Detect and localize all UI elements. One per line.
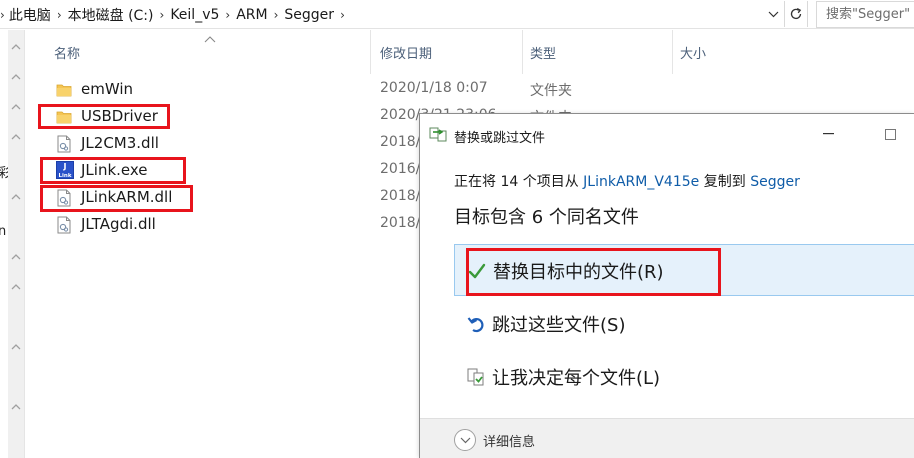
address-history-dropdown[interactable] — [762, 3, 784, 25]
option-label: 让我决定每个文件(L) — [492, 368, 661, 389]
column-header-name[interactable]: 名称 — [54, 30, 364, 74]
file-row-emwin[interactable]: emWin 2020/1/18 0:07 文件夹 — [46, 77, 616, 103]
scroll-up-icon[interactable] — [11, 342, 21, 352]
refresh-icon — [790, 8, 802, 20]
column-header-type[interactable]: 类型 — [530, 30, 670, 74]
minimize-icon — [822, 133, 834, 135]
source-folder-link[interactable]: JLinkARM_V415e — [583, 174, 699, 190]
status-prefix: 正在将 14 个项目从 — [454, 174, 584, 190]
address-bar: › 此电脑 › 本地磁盘 (C:) › Keil_v5 › ARM › Segg… — [0, 0, 914, 29]
scroll-up-icon[interactable] — [11, 132, 21, 142]
search-input[interactable] — [817, 2, 914, 27]
navigation-scrollbar[interactable] — [8, 30, 25, 458]
scroll-up-icon[interactable] — [11, 282, 21, 292]
breadcrumb-separator[interactable]: › — [225, 8, 230, 22]
highlight-box — [38, 104, 170, 129]
dialog-titlebar[interactable]: 替换或跳过文件 — [420, 114, 914, 154]
dialog-title: 替换或跳过文件 — [454, 131, 546, 146]
scroll-up-icon[interactable] — [11, 102, 21, 112]
column-divider[interactable] — [370, 30, 371, 74]
dll-file-icon — [57, 135, 71, 153]
option-label: 跳过这些文件(S) — [492, 315, 626, 336]
breadcrumb-separator[interactable]: › — [160, 8, 165, 22]
scroll-up-icon[interactable] — [11, 252, 21, 262]
status-middle: 复制到 — [699, 174, 751, 190]
file-date: 2016/ — [380, 161, 421, 177]
file-date: 2020/1/18 0:07 — [380, 80, 488, 96]
maximize-button[interactable] — [878, 126, 902, 142]
breadcrumb-keil[interactable]: Keil_v5 — [170, 7, 219, 23]
file-type: 文件夹 — [530, 83, 572, 99]
scroll-up-icon[interactable] — [11, 72, 21, 82]
breadcrumb-separator[interactable]: › — [57, 8, 62, 22]
destination-folder-link[interactable]: Segger — [750, 174, 800, 190]
highlight-box — [40, 157, 186, 184]
refresh-button[interactable] — [784, 1, 808, 27]
highlight-box — [40, 185, 193, 212]
breadcrumb-arm[interactable]: ARM — [236, 7, 267, 23]
breadcrumb-segger[interactable]: Segger — [284, 7, 334, 23]
file-date: 2018/ — [380, 188, 421, 204]
breadcrumb-this-pc[interactable]: 此电脑 — [9, 5, 51, 25]
breadcrumb-separator: › — [0, 7, 5, 22]
skip-files-option[interactable]: 跳过这些文件(S) — [454, 298, 914, 350]
copy-files-icon — [429, 127, 447, 142]
file-name: JL2CM3.dll — [81, 134, 159, 152]
dll-file-icon — [57, 216, 71, 234]
folder-icon — [56, 84, 72, 97]
file-date: 2018/ — [380, 215, 421, 231]
scroll-up-icon[interactable] — [11, 192, 21, 202]
scroll-up-icon[interactable] — [11, 402, 21, 412]
undo-arrow-icon — [467, 317, 484, 333]
maximize-icon — [884, 128, 896, 140]
breadcrumb-separator[interactable]: › — [274, 8, 279, 22]
highlight-box — [466, 248, 721, 296]
column-header-size[interactable]: 大小 — [680, 30, 780, 74]
breadcrumb: › 此电脑 › 本地磁盘 (C:) › Keil_v5 › ARM › Segg… — [0, 0, 760, 29]
file-date: 2018/ — [380, 134, 421, 150]
decide-each-file-option[interactable]: 让我决定每个文件(L) — [454, 351, 914, 403]
search-box[interactable] — [816, 1, 914, 28]
chevron-down-icon — [768, 11, 778, 17]
nav-item-fragment[interactable]: n — [0, 224, 6, 239]
scroll-up-icon[interactable] — [11, 42, 21, 52]
breadcrumb-local-disk[interactable]: 本地磁盘 (C:) — [68, 5, 154, 25]
file-name: JLTAgdi.dll — [81, 215, 156, 233]
copy-status: 正在将 14 个项目从 JLinkARM_V415e 复制到 Segger — [454, 171, 800, 191]
file-name: emWin — [81, 80, 134, 98]
chevron-down-icon — [460, 437, 470, 443]
compare-files-icon — [467, 368, 484, 386]
column-divider[interactable] — [672, 30, 673, 74]
conflict-heading: 目标包含 6 个同名文件 — [454, 207, 639, 228]
more-details-button[interactable] — [454, 429, 476, 451]
column-divider[interactable] — [522, 30, 523, 74]
navigation-pane[interactable]: 彩 n — [0, 30, 11, 458]
minimize-button[interactable] — [816, 126, 840, 142]
column-header-date[interactable]: 修改日期 — [380, 30, 520, 74]
dialog-footer: 详细信息 — [420, 418, 914, 458]
breadcrumb-separator[interactable]: › — [340, 8, 345, 22]
more-details-label[interactable]: 详细信息 — [483, 431, 535, 450]
